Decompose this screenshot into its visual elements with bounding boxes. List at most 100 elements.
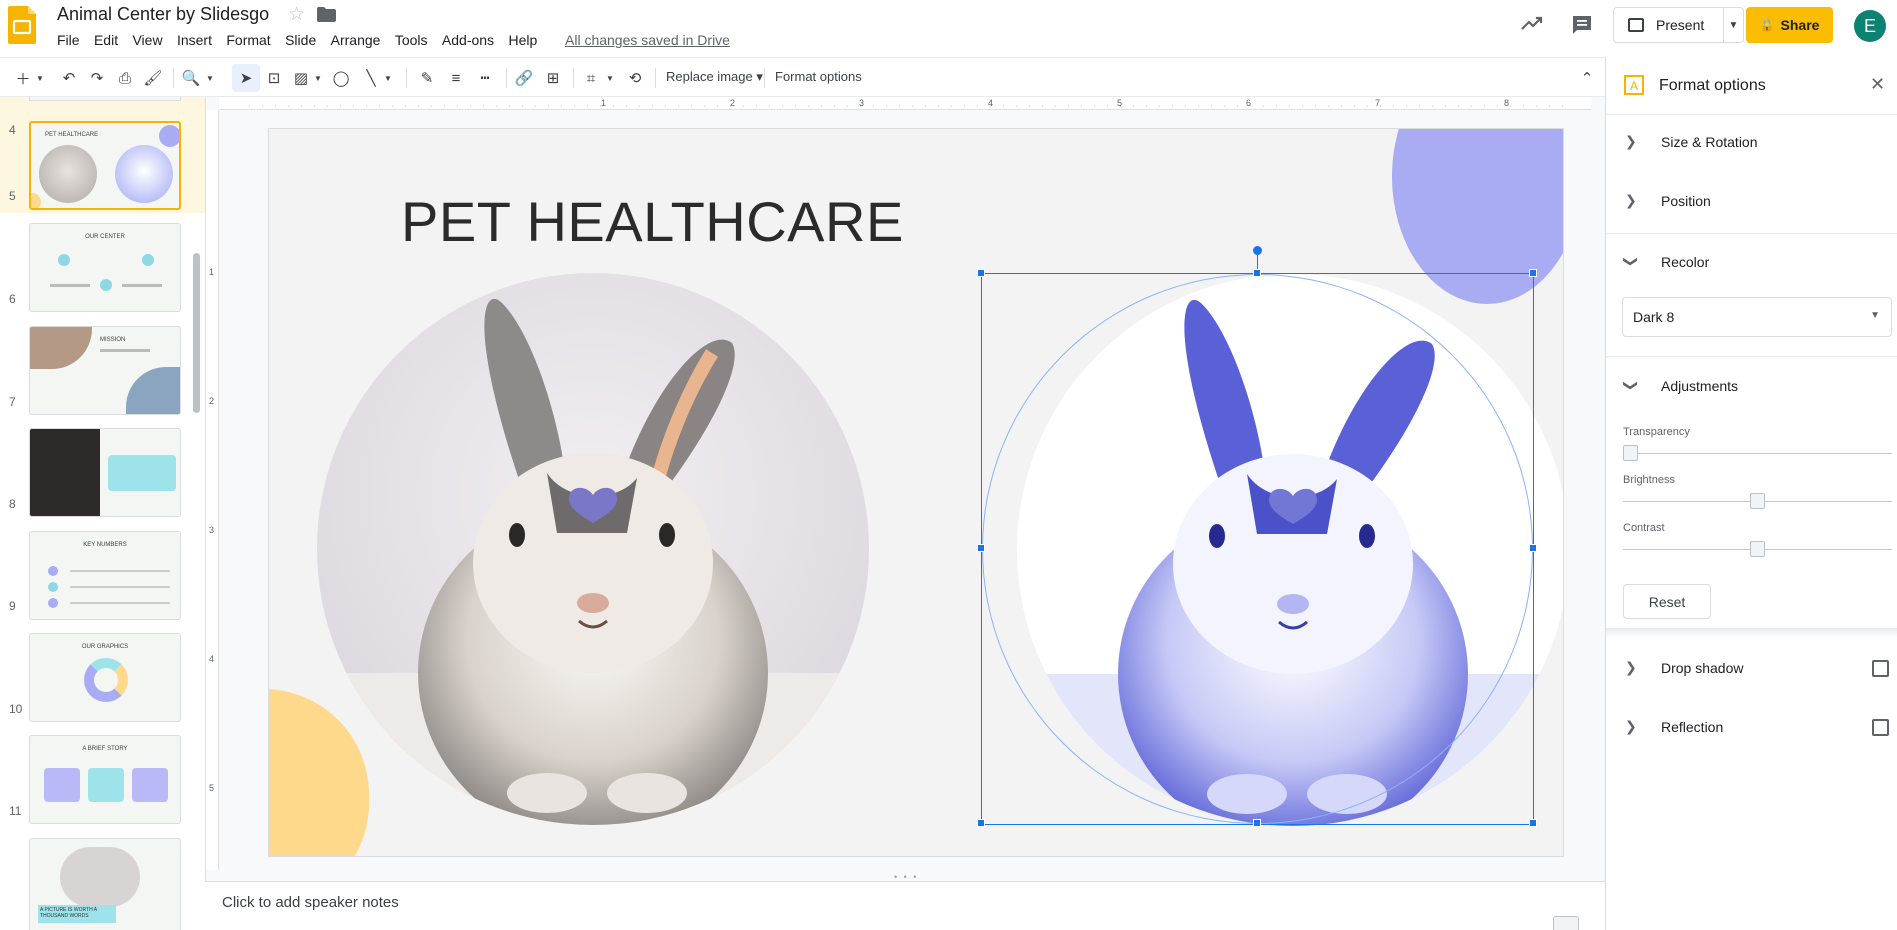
format-options-button[interactable]: Format options — [775, 69, 862, 84]
add-comment-icon[interactable]: ⊞ — [542, 67, 564, 89]
menu-insert[interactable]: Insert — [177, 32, 212, 48]
zoom-chevron-icon[interactable]: ▼ — [204, 67, 216, 89]
transparency-label: Transparency — [1623, 426, 1690, 438]
slides-logo-icon[interactable] — [8, 6, 36, 44]
slide-thumbnail-6[interactable]: MISSION — [29, 326, 181, 415]
section-label: Position — [1661, 193, 1711, 209]
resize-handle-w[interactable] — [977, 544, 985, 552]
slide-thumbnail-8[interactable]: KEY NUMBERS — [29, 531, 181, 620]
folder-icon[interactable] — [317, 7, 336, 22]
chevron-right-icon: ❯ — [1625, 718, 1637, 734]
account-avatar[interactable]: E — [1854, 10, 1886, 42]
border-weight-icon[interactable]: ≡ — [445, 67, 467, 89]
format-options-icon: A — [1624, 75, 1644, 95]
present-dropdown-chevron-icon[interactable]: ▼ — [1724, 7, 1744, 43]
redo-icon[interactable]: ↷ — [86, 67, 108, 89]
slide-thumbnail-4[interactable]: PET HEALTHCARE — [29, 121, 181, 210]
ruler-mark: 6 — [1246, 98, 1252, 108]
slide-canvas: 1 2 3 4 5 6 7 8 9 1 2 3 4 5 PET HEALTHCA… — [205, 97, 1638, 882]
new-slide-icon[interactable]: ＋ — [12, 67, 34, 89]
rabbit-photo-original[interactable] — [317, 273, 869, 825]
resize-handle-n[interactable] — [1253, 269, 1261, 277]
yellow-decor-shape[interactable] — [269, 689, 369, 856]
selection-box[interactable] — [977, 246, 1537, 827]
image-icon[interactable]: ▨ — [290, 67, 312, 89]
menu-slide[interactable]: Slide — [285, 32, 316, 48]
link-icon[interactable]: 🔗 — [513, 67, 535, 89]
replace-image-button[interactable]: Replace image ▾ — [666, 69, 763, 85]
menu-addons[interactable]: Add-ons — [442, 32, 494, 48]
slide-thumbnail-7[interactable] — [29, 428, 181, 517]
resize-handle-e[interactable] — [1529, 544, 1537, 552]
speaker-notes-placeholder[interactable]: Click to add speaker notes — [222, 894, 399, 911]
ruler-mark: 2 — [209, 396, 215, 406]
chevron-right-icon: ❯ — [1625, 659, 1637, 675]
activity-trend-icon[interactable] — [1521, 14, 1543, 34]
shape-icon[interactable]: ◯ — [330, 67, 352, 89]
slide-thumbnail-5[interactable]: OUR CENTER — [29, 223, 181, 312]
section-adjustments[interactable]: ❯ Adjustments — [1606, 357, 1897, 415]
close-icon[interactable]: ✕ — [1870, 74, 1885, 95]
border-color-icon[interactable]: ✎ — [416, 67, 438, 89]
rotate-handle[interactable] — [1253, 246, 1262, 255]
toolbar: ＋ ▼ ↶ ↷ ⎙ 🖌 🔍 ▼ ➤ ⊡ ▨ ▼ ◯ ╲ ▼ ✎ ≡ ┅ 🔗 ⊞ … — [0, 57, 1605, 97]
text-box-icon[interactable]: ⊡ — [263, 67, 285, 89]
reflection-checkbox[interactable] — [1872, 719, 1889, 736]
save-status-link[interactable]: All changes saved in Drive — [565, 32, 730, 48]
transparency-slider-knob[interactable] — [1623, 445, 1638, 461]
resize-handle-s[interactable] — [1253, 819, 1261, 827]
contrast-slider-knob[interactable] — [1750, 541, 1765, 557]
resize-handle-se[interactable] — [1529, 819, 1537, 827]
reset-image-icon[interactable]: ⟲ — [624, 67, 646, 89]
chevron-down-icon: ❯ — [1623, 255, 1640, 268]
slide-number: 7 — [9, 395, 16, 409]
recolor-dropdown[interactable]: Dark 8 ▼ — [1622, 297, 1892, 337]
comment-icon[interactable] — [1571, 14, 1593, 36]
slide-thumbnail-10[interactable]: A BRIEF STORY — [29, 735, 181, 824]
section-recolor[interactable]: ❯ Recolor — [1606, 233, 1897, 291]
resize-handle-sw[interactable] — [977, 819, 985, 827]
slide-thumbnail-9[interactable]: OUR GRAPHICS — [29, 633, 181, 722]
menu-help[interactable]: Help — [508, 32, 537, 48]
menu-tools[interactable]: Tools — [395, 32, 428, 48]
star-icon[interactable]: ☆ — [288, 3, 305, 26]
menu-view[interactable]: View — [132, 32, 162, 48]
zoom-icon[interactable]: 🔍 — [180, 67, 202, 89]
resize-handle-ne[interactable] — [1529, 269, 1537, 277]
border-dash-icon[interactable]: ┅ — [474, 67, 496, 89]
crop-icon[interactable]: ⌗ — [580, 67, 602, 89]
transparency-slider-track[interactable] — [1623, 453, 1892, 454]
line-chevron-icon[interactable]: ▼ — [382, 67, 394, 89]
reset-button[interactable]: Reset — [1623, 584, 1711, 619]
collapse-toolbar-icon[interactable]: ⌃ — [1576, 67, 1598, 89]
slide-number: 8 — [9, 497, 16, 511]
thumb-title: A BRIEF STORY — [82, 746, 128, 752]
paint-format-icon[interactable]: 🖌 — [142, 67, 164, 89]
new-slide-chevron-icon[interactable]: ▼ — [34, 67, 46, 89]
slide-title[interactable]: PET HEALTHCARE — [401, 189, 904, 254]
share-button[interactable]: 🔒 Share — [1746, 7, 1833, 43]
section-position[interactable]: ❯ Position — [1606, 173, 1897, 231]
section-reflection[interactable]: ❯ Reflection — [1606, 698, 1897, 756]
resize-handle-nw[interactable] — [977, 269, 985, 277]
filmstrip-scrollbar[interactable] — [193, 253, 200, 413]
image-chevron-icon[interactable]: ▼ — [312, 67, 324, 89]
menu-edit[interactable]: Edit — [94, 32, 118, 48]
crop-chevron-icon[interactable]: ▼ — [604, 67, 616, 89]
speaker-notes[interactable]: Click to add speaker notes — [205, 881, 1605, 930]
line-icon[interactable]: ╲ — [360, 67, 382, 89]
present-icon — [1628, 18, 1644, 32]
section-drop-shadow[interactable]: ❯ Drop shadow — [1606, 639, 1897, 697]
present-button[interactable]: Present — [1613, 7, 1724, 43]
document-title[interactable]: Animal Center by Slidesgo — [57, 4, 269, 25]
print-icon[interactable]: ⎙ — [114, 67, 136, 89]
undo-icon[interactable]: ↶ — [58, 67, 80, 89]
explore-icon[interactable] — [1553, 916, 1579, 930]
drop-shadow-checkbox[interactable] — [1872, 660, 1889, 677]
brightness-slider-knob[interactable] — [1750, 493, 1765, 509]
section-size-rotation[interactable]: ❯ Size & Rotation — [1606, 115, 1897, 173]
slide-thumbnail-11[interactable]: A PICTURE IS WORTH A THOUSAND WORDS — [29, 838, 181, 930]
menu-file[interactable]: File — [57, 32, 80, 48]
menu-format[interactable]: Format — [226, 32, 270, 48]
menu-arrange[interactable]: Arrange — [331, 32, 381, 48]
